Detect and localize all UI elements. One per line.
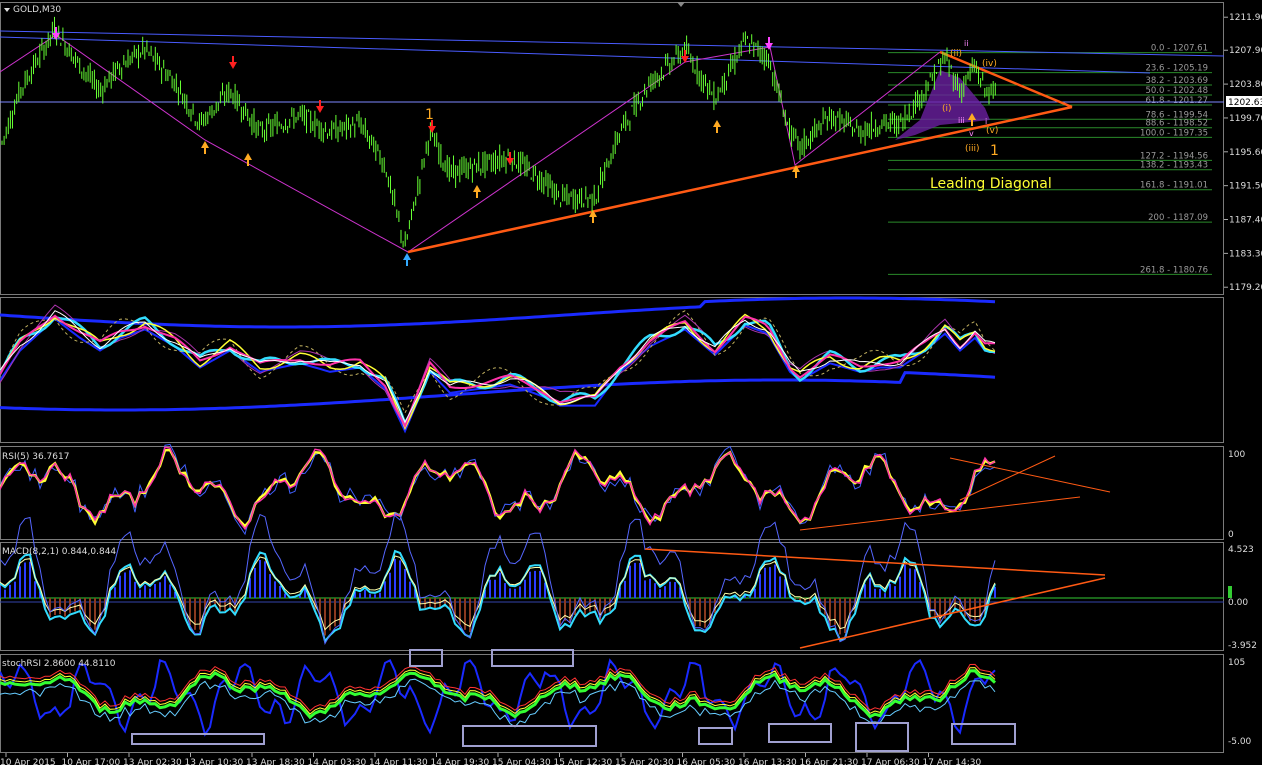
price-tick-label: 1207.90 <box>1229 46 1262 56</box>
fib-label: 61.8 - 1201.27 <box>1145 96 1208 106</box>
fib-label: 138.2 - 1193.43 <box>1140 161 1208 171</box>
wave-label: (iii) <box>965 144 980 154</box>
highlight-box <box>491 649 574 667</box>
highlight-box <box>409 649 443 667</box>
rsi-title: RSI(5) 36.7617 <box>2 452 69 462</box>
macd-axis-zero: 0.00 <box>1228 598 1248 608</box>
time-tick-label: 16 Apr 13:30 <box>738 758 797 765</box>
fib-label: 200 - 1187.09 <box>1148 213 1208 223</box>
wave-label: i <box>985 117 987 126</box>
time-tick-label: 15 Apr 12:30 <box>554 758 613 765</box>
time-tick-label: 14 Apr 19:30 <box>431 758 490 765</box>
current-price-label: 1202.63 <box>1228 98 1262 108</box>
wave-label: ii <box>964 39 968 48</box>
time-tick-label: 13 Apr 10:30 <box>185 758 244 765</box>
chart-canvas[interactable]: 0.0 - 1207.61 23.6 - 1205.19 38.2 - 1203.6… <box>0 0 1262 765</box>
middle-band <box>0 317 996 434</box>
symbol-title[interactable]: GOLD,M30 <box>4 5 61 15</box>
wave-label: iii <box>958 116 965 125</box>
time-tick-label: 10 Apr 2015 <box>0 758 56 765</box>
up-arrow-icon <box>473 185 481 192</box>
wave-label: (v) <box>986 126 998 136</box>
time-tick-label: 10 Apr 17:00 <box>62 758 121 765</box>
symbol-title-text: GOLD,M30 <box>13 5 61 15</box>
time-tick-label: 14 Apr 03:30 <box>308 758 367 765</box>
rsi-axis-max: 100 <box>1228 450 1245 460</box>
rsi-axis-min: 0 <box>1228 530 1234 540</box>
wave-label: 1 <box>425 107 434 123</box>
time-tick-label: 16 Apr 05:30 <box>677 758 736 765</box>
fib-label: 50.0 - 1202.48 <box>1145 86 1208 96</box>
time-tick-label: 13 Apr 18:30 <box>246 758 305 765</box>
scroll-marker[interactable] <box>677 2 685 7</box>
zigzag-line <box>0 34 941 253</box>
rsi-indicator <box>0 443 1111 536</box>
current-price-tag: 1202.63 <box>1226 96 1262 108</box>
time-tick-label: 16 Apr 21:30 <box>800 758 859 765</box>
price-tick-label: 1195.60 <box>1229 148 1262 158</box>
fib-label: 161.8 - 1191.01 <box>1140 181 1208 191</box>
time-tick-label: 17 Apr 14:30 <box>923 758 982 765</box>
price-axis[interactable]: 1211.90 1207.90 1203.80 1199.70 1195.60 1191.… <box>1224 13 1262 293</box>
fib-label: 100.0 - 1197.35 <box>1140 128 1208 138</box>
time-tick-label: 15 Apr 20:30 <box>615 758 674 765</box>
bands-indicator <box>0 296 996 434</box>
stoch-axis-min: -5.00 <box>1228 737 1252 747</box>
trendlines <box>0 30 1225 254</box>
wave-label: Leading Diagonal <box>930 176 1052 192</box>
time-tick-label: 14 Apr 11:30 <box>369 758 428 765</box>
fib-label: 261.8 - 1180.76 <box>1140 265 1208 275</box>
wave-label: (ii) <box>950 49 962 59</box>
highlight-box <box>768 723 832 743</box>
fib-label: 0.0 - 1207.61 <box>1151 44 1208 54</box>
time-tick-label: 13 Apr 02:30 <box>123 758 182 765</box>
down-arrow-icon <box>428 126 436 133</box>
stoch-axis-max: 105 <box>1228 658 1245 668</box>
wave-label: v <box>969 129 974 138</box>
macd-resistance-line <box>644 548 1106 576</box>
cyan-line <box>0 315 996 426</box>
macd-title: MACD(8,2,1) 0.844,0.844 <box>2 547 116 557</box>
price-tick-label: 1191.50 <box>1229 182 1262 192</box>
price-tick-label: 1203.80 <box>1229 80 1262 90</box>
stochrsi-indicator <box>0 649 1016 752</box>
highlight-box <box>131 733 265 745</box>
price-tick-label: 1187.40 <box>1229 216 1262 226</box>
price-tick-label: 1211.90 <box>1229 13 1262 23</box>
down-arrow-icon <box>229 62 237 69</box>
rsi-blue-line <box>0 443 996 536</box>
fib-label: 38.2 - 1203.69 <box>1145 76 1208 86</box>
upper-channel-line <box>0 30 1225 57</box>
macd-indicator <box>0 511 1224 649</box>
time-tick-label: 17 Apr 06:30 <box>861 758 920 765</box>
down-arrow-icon <box>316 106 324 113</box>
stoch-title: stochRSI 2.8600 44.8110 <box>2 659 116 669</box>
time-tick-label: 15 Apr 04:30 <box>492 758 551 765</box>
wave-label: (i) <box>942 104 952 114</box>
highlight-box <box>462 725 597 747</box>
wave-label: 1 <box>990 143 999 159</box>
up-arrow-icon <box>244 153 252 160</box>
highlight-box <box>855 722 909 752</box>
fib-label: 23.6 - 1205.19 <box>1145 64 1208 74</box>
up-arrow-icon <box>713 120 721 127</box>
price-tick-label: 1183.30 <box>1229 249 1262 259</box>
price-candles <box>1 16 996 248</box>
price-tick-label: 1179.20 <box>1229 283 1262 293</box>
price-tick-label: 1199.70 <box>1229 114 1262 124</box>
time-axis[interactable]: 10 Apr 2015 10 Apr 17:00 13 Apr 02:30 13 Ap… <box>0 753 981 765</box>
fibonacci-levels: 0.0 - 1207.61 23.6 - 1205.19 38.2 - 1203.6… <box>888 44 1212 275</box>
macd-level-marker <box>1228 586 1232 598</box>
highlight-box <box>698 727 733 745</box>
macd-axis-min: -3.952 <box>1228 641 1257 651</box>
macd-axis-max: 4.523 <box>1228 545 1254 555</box>
fib-label: 88.6 - 1198.52 <box>1145 119 1208 129</box>
wave-label: (iv) <box>982 59 997 69</box>
up-arrow-icon <box>403 253 411 260</box>
dropdown-icon[interactable] <box>4 8 10 12</box>
